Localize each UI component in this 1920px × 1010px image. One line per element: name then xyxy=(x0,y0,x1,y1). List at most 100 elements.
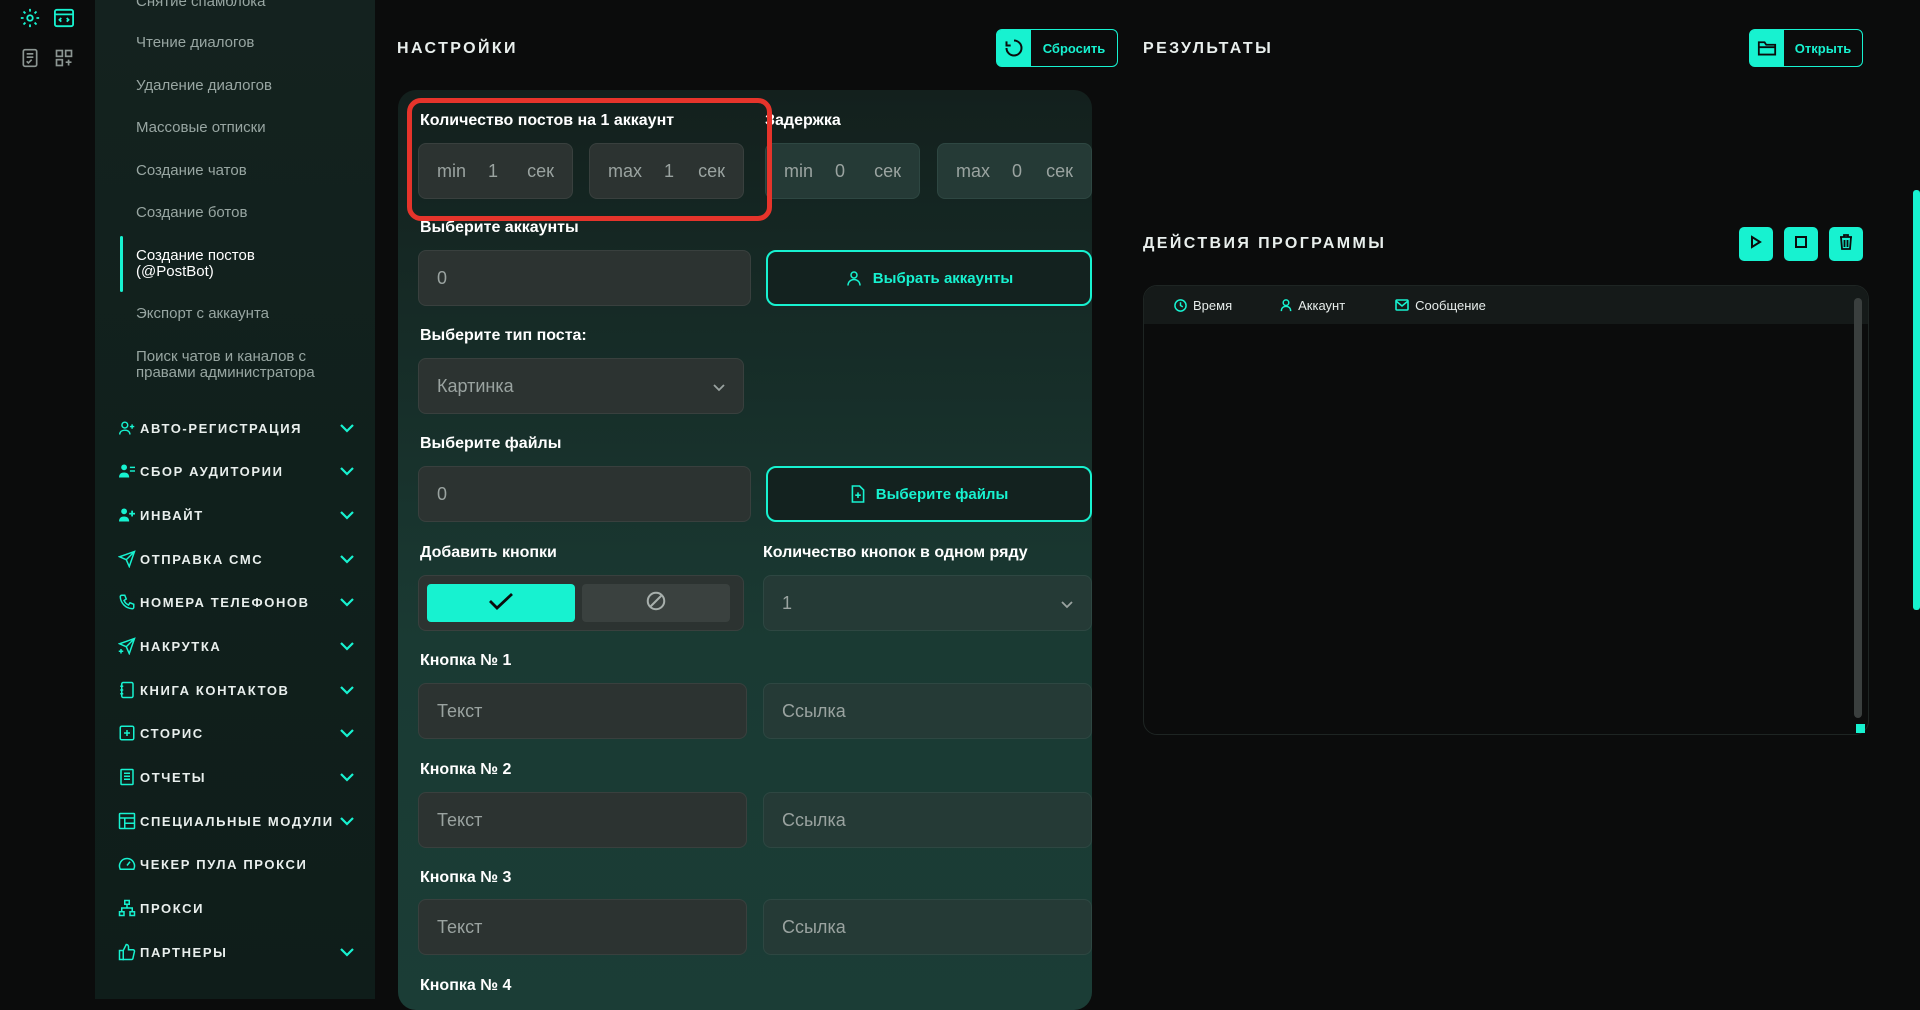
story-plus-icon xyxy=(117,723,137,743)
accounts-count-input[interactable]: 0 xyxy=(418,250,751,306)
col-message[interactable]: Сообщение xyxy=(1395,298,1486,313)
sidebar-section-special-modules[interactable]: Специальные модули xyxy=(117,810,355,832)
files-label: Выберите файлы xyxy=(420,435,562,452)
chevron-down-icon xyxy=(339,551,355,567)
chevron-down-icon xyxy=(339,507,355,523)
sidebar-item-export-account[interactable]: Экспорт с аккаунта xyxy=(136,306,356,322)
report-icon xyxy=(117,767,137,787)
sidebar-section-phone-numbers[interactable]: Номера телефонов xyxy=(117,591,355,613)
chevron-down-icon xyxy=(339,725,355,741)
actions-log-table[interactable]: Время Аккаунт Сообщение xyxy=(1143,285,1869,735)
toggle-on-button[interactable] xyxy=(427,584,575,622)
sidebar-item-spamblock[interactable]: Снятие спамблока xyxy=(136,0,356,10)
task-list-icon[interactable] xyxy=(18,46,42,70)
results-title: РЕЗУЛЬТАТЫ xyxy=(1143,40,1274,57)
post-type-label: Выберите тип поста: xyxy=(420,327,587,344)
sidebar-item-create-bots[interactable]: Создание ботов xyxy=(136,205,356,221)
code-window-icon[interactable] xyxy=(52,6,76,30)
settings-title: НАСТРОЙКИ xyxy=(397,40,518,57)
user-icon xyxy=(845,269,863,287)
sidebar-item-delete-dialogs[interactable]: Удаление диалогов xyxy=(136,78,356,94)
sidebar-section-partners[interactable]: Партнеры xyxy=(117,941,355,963)
button-2-text-input[interactable]: Текст xyxy=(418,792,747,848)
settings-gear-icon[interactable] xyxy=(18,6,42,30)
sidebar-section-sms[interactable]: Отправка смс xyxy=(117,548,355,570)
layout-grid-icon[interactable] xyxy=(52,46,76,70)
check-icon xyxy=(488,592,514,615)
delay-max-input[interactable]: max 0 сек xyxy=(937,143,1092,199)
page-scrollbar[interactable] xyxy=(1913,190,1920,610)
chevron-down-icon xyxy=(339,769,355,785)
sidebar-section-boost[interactable]: Накрутка xyxy=(117,635,355,657)
button-1-text-input[interactable]: Текст xyxy=(418,683,747,739)
user-plus-icon xyxy=(117,418,137,438)
sidebar-section-invite[interactable]: Инвайт xyxy=(117,504,355,526)
select-files-button[interactable]: Выберите файлы xyxy=(766,466,1092,522)
files-count-input[interactable]: 0 xyxy=(418,466,751,522)
user-add-icon xyxy=(117,505,137,525)
toggle-off-button[interactable] xyxy=(582,584,730,622)
file-plus-icon xyxy=(850,484,866,504)
chevron-down-icon xyxy=(339,682,355,698)
settings-panel: Количество постов на 1 аккаунт min 1 сек… xyxy=(398,90,1092,1010)
stop-icon xyxy=(1795,235,1807,253)
network-icon xyxy=(117,898,137,918)
button-1-link-input[interactable]: Ссылка xyxy=(763,683,1092,739)
speedometer-icon xyxy=(117,854,137,874)
sidebar-section-stories[interactable]: Сторис xyxy=(117,722,355,744)
block-icon xyxy=(645,590,667,617)
play-button[interactable] xyxy=(1739,227,1773,261)
sidebar-item-search-admin-chats[interactable]: Поиск чатов и каналов с правами админист… xyxy=(136,349,346,381)
modules-icon xyxy=(117,811,137,831)
icon-rail xyxy=(0,0,95,999)
chevron-down-icon xyxy=(339,813,355,829)
phone-icon xyxy=(117,592,137,612)
sidebar-section-contacts-book[interactable]: Книга контактов xyxy=(117,679,355,701)
chevron-down-icon xyxy=(339,944,355,960)
button-3-text-input[interactable]: Текст xyxy=(418,899,747,955)
resize-handle[interactable] xyxy=(1856,724,1865,733)
chevron-down-icon xyxy=(713,376,725,397)
buttons-per-row-select[interactable]: 1 xyxy=(763,575,1092,631)
col-account[interactable]: Аккаунт xyxy=(1280,298,1345,313)
sidebar: Снятие спамблока Чтение диалогов Удалени… xyxy=(95,0,375,999)
users-icon xyxy=(117,461,137,481)
sidebar-section-audience[interactable]: Сбор аудитории xyxy=(117,460,355,482)
folder-icon xyxy=(1750,30,1784,66)
main-area: НАСТРОЙКИ Сбросить РЕЗУЛЬТАТЫ Открыть Ко… xyxy=(375,0,1920,1010)
stop-button[interactable] xyxy=(1784,227,1818,261)
chevron-down-icon xyxy=(339,420,355,436)
open-button[interactable]: Открыть xyxy=(1749,29,1863,67)
clock-icon xyxy=(1174,298,1187,312)
post-type-select[interactable]: Картинка xyxy=(418,358,744,414)
accounts-label: Выберите аккаунты xyxy=(420,219,579,236)
trash-icon xyxy=(1839,233,1853,255)
reset-icon xyxy=(997,30,1031,66)
sidebar-section-reports[interactable]: Отчеты xyxy=(117,766,355,788)
sidebar-item-read-dialogs[interactable]: Чтение диалогов xyxy=(136,35,356,51)
chevron-down-icon xyxy=(339,638,355,654)
sidebar-section-proxy-checker[interactable]: Чекер пула прокси xyxy=(117,853,355,875)
select-accounts-button[interactable]: Выбрать аккаунты xyxy=(766,250,1092,306)
active-indicator xyxy=(120,236,123,292)
sidebar-item-create-chats[interactable]: Создание чатов xyxy=(136,163,356,179)
delay-min-input[interactable]: min 0 сек xyxy=(765,143,920,199)
highlight-box xyxy=(407,98,772,221)
col-time[interactable]: Время xyxy=(1174,298,1232,313)
log-header: Время Аккаунт Сообщение xyxy=(1144,286,1868,324)
sidebar-section-proxy[interactable]: Прокси xyxy=(117,897,355,919)
mail-icon xyxy=(1395,299,1409,311)
sidebar-section-auto-registration[interactable]: Авто-регистрация xyxy=(117,417,355,439)
sidebar-item-mass-unsubscribe[interactable]: Массовые отписки xyxy=(136,120,356,136)
clear-button[interactable] xyxy=(1829,227,1863,261)
reset-button[interactable]: Сбросить xyxy=(996,29,1118,67)
log-scrollbar[interactable] xyxy=(1854,298,1862,718)
chevron-down-icon xyxy=(339,594,355,610)
send-plus-icon xyxy=(117,636,137,656)
sidebar-item-create-posts[interactable]: Создание постов (@PostBot) xyxy=(136,248,306,280)
button-2-link-input[interactable]: Ссылка xyxy=(763,792,1092,848)
button-1-label: Кнопка № 1 xyxy=(420,652,512,669)
add-buttons-label: Добавить кнопки xyxy=(420,544,557,561)
thumb-up-icon xyxy=(117,942,137,962)
button-3-link-input[interactable]: Ссылка xyxy=(763,899,1092,955)
